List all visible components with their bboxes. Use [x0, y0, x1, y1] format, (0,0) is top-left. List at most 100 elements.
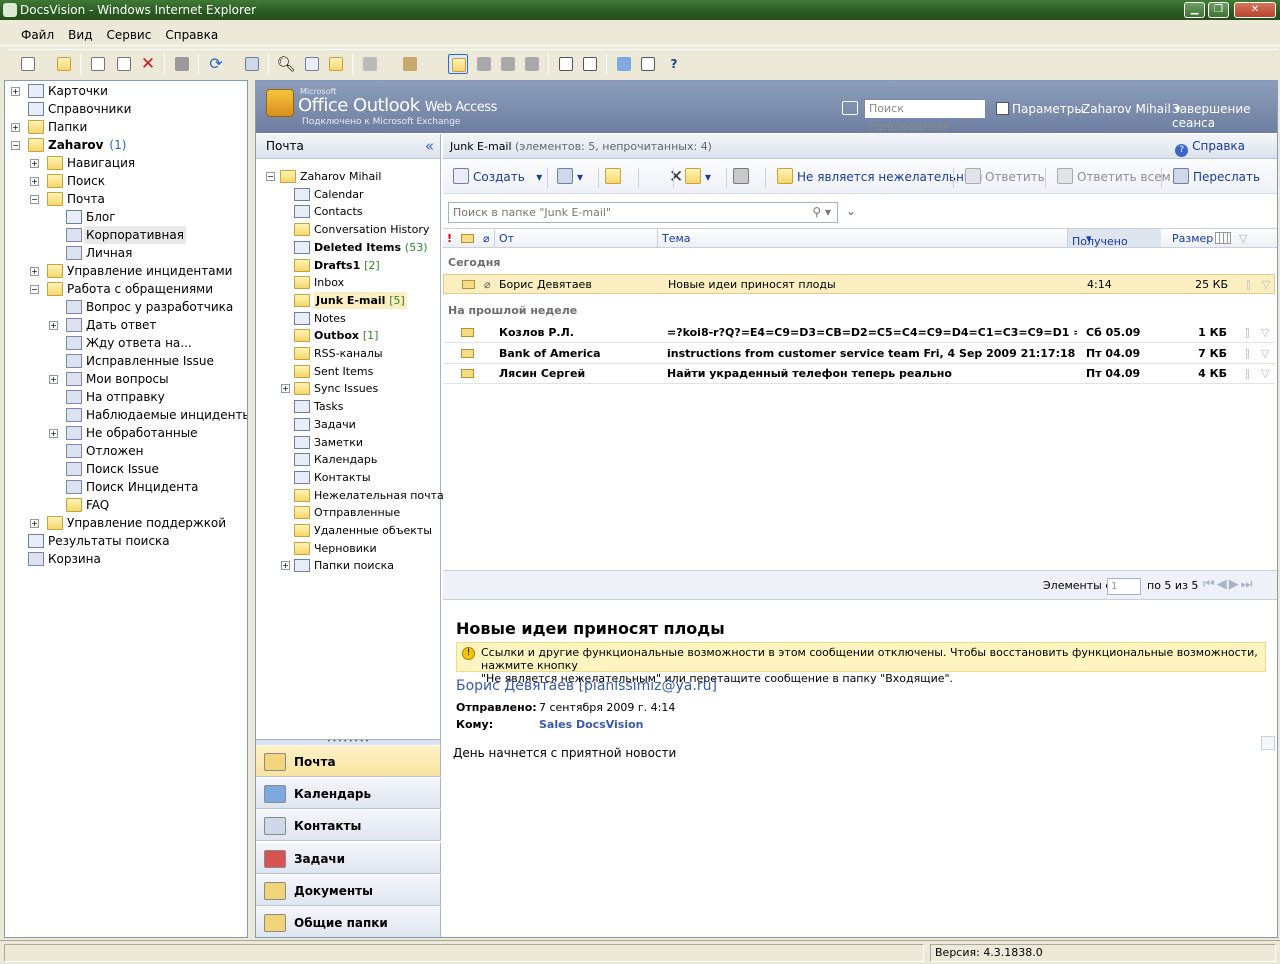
message-sender[interactable]: Борис Девятаев [pianissimiz@ya.ru]: [456, 678, 717, 694]
tree-item[interactable]: − Zaharov (1): [5, 136, 245, 154]
tree-item[interactable]: Жду ответа на...: [5, 334, 245, 352]
address-book-icon[interactable]: [842, 101, 858, 115]
options-link[interactable]: Параметры: [1012, 102, 1084, 116]
list-view-icon[interactable]: [556, 54, 576, 74]
new-folder-icon[interactable]: [54, 54, 74, 74]
flag-icon[interactable]: ▽: [1262, 275, 1270, 295]
mail-folder-item[interactable]: Удаленные объекты: [256, 522, 440, 539]
user-menu[interactable]: Zaharov Mihail ▾: [1082, 102, 1181, 116]
nav-button-calendar[interactable]: Календарь: [256, 777, 441, 810]
logout-link[interactable]: Завершение сеанса: [1172, 102, 1277, 130]
tree-item[interactable]: Поиск Issue: [5, 460, 245, 478]
minimize-button[interactable]: ▁: [1184, 2, 1205, 18]
mail-folder-item[interactable]: Deleted Items (53): [256, 239, 440, 256]
flag-column-icon[interactable]: ▽: [1239, 232, 1247, 245]
expander-icon[interactable]: +: [281, 561, 290, 571]
reply-button[interactable]: Ответить: [965, 168, 1045, 184]
reports-icon[interactable]: [614, 54, 634, 74]
expander-icon[interactable]: −: [30, 285, 39, 294]
folder-search-input[interactable]: Поиск в папке "Junk E-mail" ⚲ ▾: [448, 202, 838, 223]
layout-tree-icon[interactable]: [448, 54, 468, 74]
envelope-column-icon[interactable]: [461, 234, 474, 243]
help-icon[interactable]: ?: [664, 54, 684, 74]
column-size[interactable]: Размер: [1172, 232, 1213, 245]
mail-folder-item[interactable]: Conversation History: [256, 221, 440, 238]
mail-folder-item[interactable]: Контакты: [256, 469, 440, 486]
maximize-button[interactable]: ❐: [1208, 2, 1229, 18]
layout-4-icon[interactable]: [522, 54, 542, 74]
expander-icon[interactable]: +: [49, 321, 58, 330]
tree-item[interactable]: + Карточки: [5, 82, 245, 100]
to-value[interactable]: Sales DocsVision: [539, 718, 644, 731]
menu-view[interactable]: Вид: [61, 24, 99, 46]
tree-item[interactable]: − Почта: [5, 190, 245, 208]
search-icon[interactable]: 🔍︎: [276, 54, 296, 74]
tree-item[interactable]: + Поиск: [5, 172, 245, 190]
column-from[interactable]: От: [499, 232, 514, 245]
flag-icon[interactable]: ▽: [1261, 364, 1269, 384]
menu-file[interactable]: Файл: [14, 24, 61, 46]
expander-icon[interactable]: +: [30, 519, 39, 528]
export-icon[interactable]: [400, 54, 420, 74]
search-results-icon[interactable]: [326, 54, 346, 74]
expander-icon[interactable]: −: [11, 141, 20, 150]
flag-icon[interactable]: ▽: [1261, 344, 1269, 364]
reply-all-button[interactable]: Ответить всем: [1057, 168, 1171, 184]
mail-folder-item[interactable]: RSS-каналы: [256, 345, 440, 362]
mail-folder-item[interactable]: + Папки поиска: [256, 557, 440, 574]
nav-button-tasks[interactable]: Задачи: [256, 841, 441, 874]
tree-item[interactable]: Справочники: [5, 100, 245, 118]
attachment-column-icon[interactable]: ⌀: [483, 232, 490, 245]
collapse-icon[interactable]: «: [425, 134, 434, 159]
page-input[interactable]: 1: [1107, 578, 1141, 595]
tree-item[interactable]: + Мои вопросы: [5, 370, 245, 388]
nav-button-public-folders[interactable]: Общие папки: [256, 906, 441, 937]
mail-folder-item[interactable]: Нежелательная почта: [256, 487, 444, 504]
tree-item[interactable]: Отложен: [5, 442, 245, 460]
mail-folder-item[interactable]: Заметки: [256, 434, 440, 451]
expander-icon[interactable]: +: [281, 384, 290, 394]
refresh-icon[interactable]: ⟳: [206, 54, 226, 74]
tree-item[interactable]: Личная: [5, 244, 245, 262]
importance-column-icon[interactable]: !: [447, 232, 452, 245]
column-received[interactable]: Получено ▾: [1072, 232, 1128, 248]
properties-icon[interactable]: [242, 54, 262, 74]
new-card-icon[interactable]: [18, 54, 38, 74]
nav-button-contacts[interactable]: Контакты: [256, 809, 441, 842]
expander-icon[interactable]: +: [49, 429, 58, 438]
tree-item[interactable]: + Навигация: [5, 154, 245, 172]
expander-icon[interactable]: +: [30, 177, 39, 186]
help-link[interactable]: ? Справка: [1175, 134, 1245, 159]
layout-2-icon[interactable]: [474, 54, 494, 74]
expander-icon[interactable]: −: [30, 195, 39, 204]
find-in-folder-icon[interactable]: [302, 54, 322, 74]
new-button[interactable]: Создать ▾: [453, 168, 542, 184]
flag-button[interactable]: ▾: [685, 168, 725, 184]
expander-icon[interactable]: +: [11, 123, 20, 132]
column-chooser-icon[interactable]: [1215, 232, 1231, 244]
category-icon[interactable]: [1246, 328, 1249, 338]
column-subject[interactable]: Тема: [662, 232, 691, 245]
tree-item[interactable]: FAQ: [5, 496, 245, 514]
details-view-icon[interactable]: [580, 54, 600, 74]
mail-folder-item[interactable]: Outbox [1]: [256, 327, 440, 344]
expander-icon[interactable]: +: [49, 375, 58, 384]
category-icon[interactable]: [1246, 369, 1249, 379]
scroll-up-icon[interactable]: [1261, 736, 1275, 750]
mail-folder-item[interactable]: − Zaharov Mihail: [256, 168, 440, 185]
flag-icon[interactable]: ▽: [1261, 323, 1269, 343]
tree-item[interactable]: + Управление инцидентами: [5, 262, 245, 280]
category-icon[interactable]: [1247, 280, 1250, 290]
mail-folder-item[interactable]: Inbox: [256, 274, 440, 291]
category-icon[interactable]: [1246, 348, 1249, 359]
print-icon[interactable]: [172, 54, 192, 74]
paste-icon[interactable]: [114, 54, 134, 74]
message-row[interactable]: Козлов Р.Л. =?koi8-r?Q?=E4=C9=D3=CB=D2=C5…: [443, 323, 1275, 343]
tree-item[interactable]: Корпоративная: [5, 226, 245, 244]
tree-item[interactable]: Вопрос у разработчика: [5, 298, 245, 316]
tree-item[interactable]: Результаты поиска: [5, 532, 245, 550]
view-icon[interactable]: [360, 54, 380, 74]
search-icon[interactable]: ⚲ ▾: [812, 203, 831, 222]
mail-folder-item[interactable]: Junk E-mail [5]: [256, 291, 440, 309]
tree-item[interactable]: + Дать ответ: [5, 316, 245, 334]
